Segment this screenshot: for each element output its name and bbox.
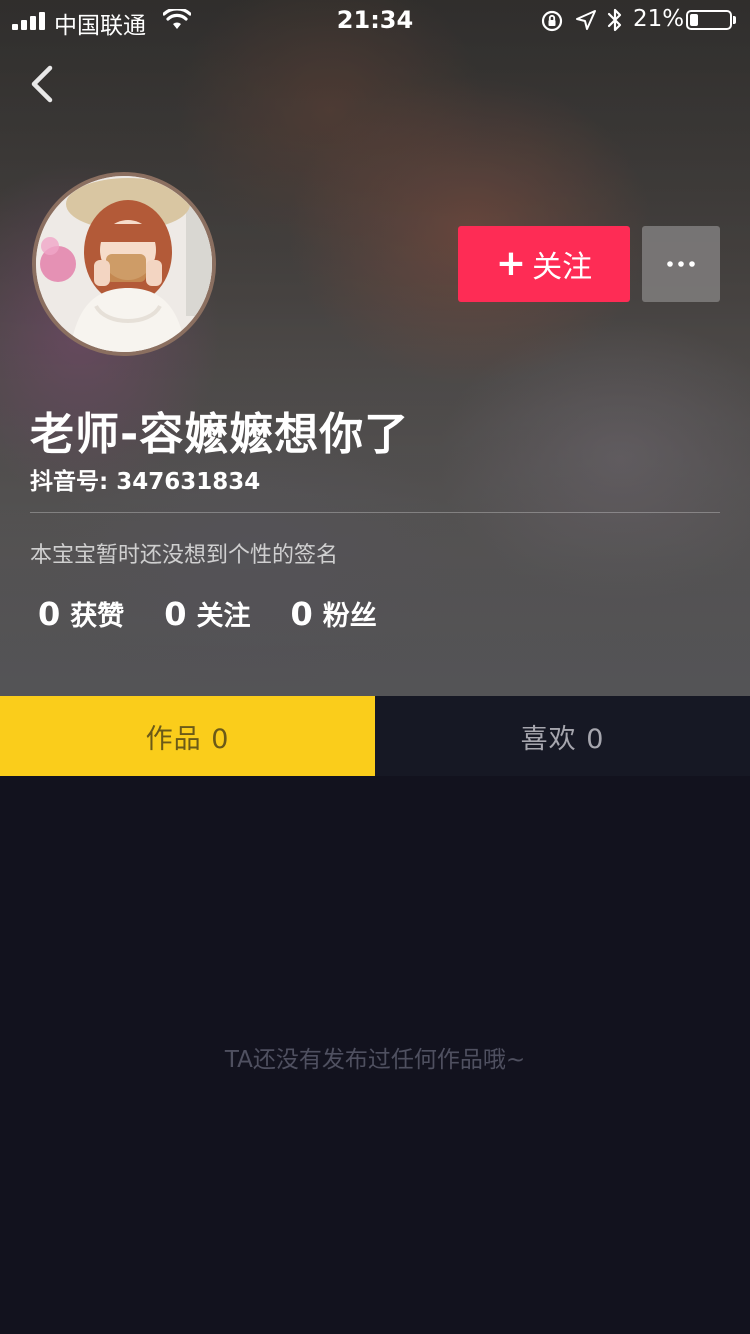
profile-nickname: 老师-容嬷嬷想你了 xyxy=(30,409,410,460)
stat-likes-count: 0 xyxy=(38,595,61,633)
battery-fill xyxy=(690,14,698,26)
stat-fans-count: 0 xyxy=(290,595,313,633)
avatar[interactable] xyxy=(32,172,216,356)
location-icon xyxy=(576,10,596,30)
bluetooth-icon xyxy=(607,8,622,32)
profile-stats: 0 获赞 0 关注 0 粉丝 xyxy=(38,594,417,633)
rotation-lock-icon xyxy=(541,10,563,32)
tab-likes[interactable]: 喜欢 0 xyxy=(375,696,750,776)
more-options-icon xyxy=(667,261,695,267)
battery-percent: 21% xyxy=(633,6,685,32)
profile-divider xyxy=(30,512,720,513)
battery-icon xyxy=(686,10,732,30)
stat-following-label: 关注 xyxy=(196,601,251,632)
more-button[interactable] xyxy=(642,226,720,302)
plus-icon: + xyxy=(495,243,527,284)
avatar-image xyxy=(36,176,212,352)
follow-button[interactable]: + 关注 xyxy=(458,226,630,302)
stat-likes[interactable]: 0 获赞 xyxy=(38,594,124,633)
status-bar: 中国联通 21:34 21% xyxy=(0,0,750,40)
content-tabs: 作品 0 喜欢 0 xyxy=(0,696,750,776)
tab-likes-label: 喜欢 0 xyxy=(520,723,605,755)
profile-signature: 本宝宝暂时还没想到个性的签名 xyxy=(30,543,339,568)
stat-likes-label: 获赞 xyxy=(70,601,125,632)
empty-state-message: TA还没有发布过任何作品哦~ xyxy=(224,1047,526,1073)
tab-works[interactable]: 作品 0 xyxy=(0,696,375,776)
stat-following-count: 0 xyxy=(164,595,187,633)
stat-fans[interactable]: 0 粉丝 xyxy=(291,594,377,633)
stat-fans-label: 粉丝 xyxy=(322,601,377,632)
profile-screen: 中国联通 21:34 21% + 关注 老师-容嬷嬷想你了 抖音号: 34763… xyxy=(0,0,750,1334)
battery-tip xyxy=(733,16,736,24)
follow-button-label: 关注 xyxy=(532,250,593,285)
stat-following[interactable]: 0 关注 xyxy=(164,594,250,633)
back-icon[interactable] xyxy=(24,62,64,106)
tab-works-label: 作品 0 xyxy=(145,723,230,755)
douyin-id: 抖音号: 347631834 xyxy=(30,469,261,495)
